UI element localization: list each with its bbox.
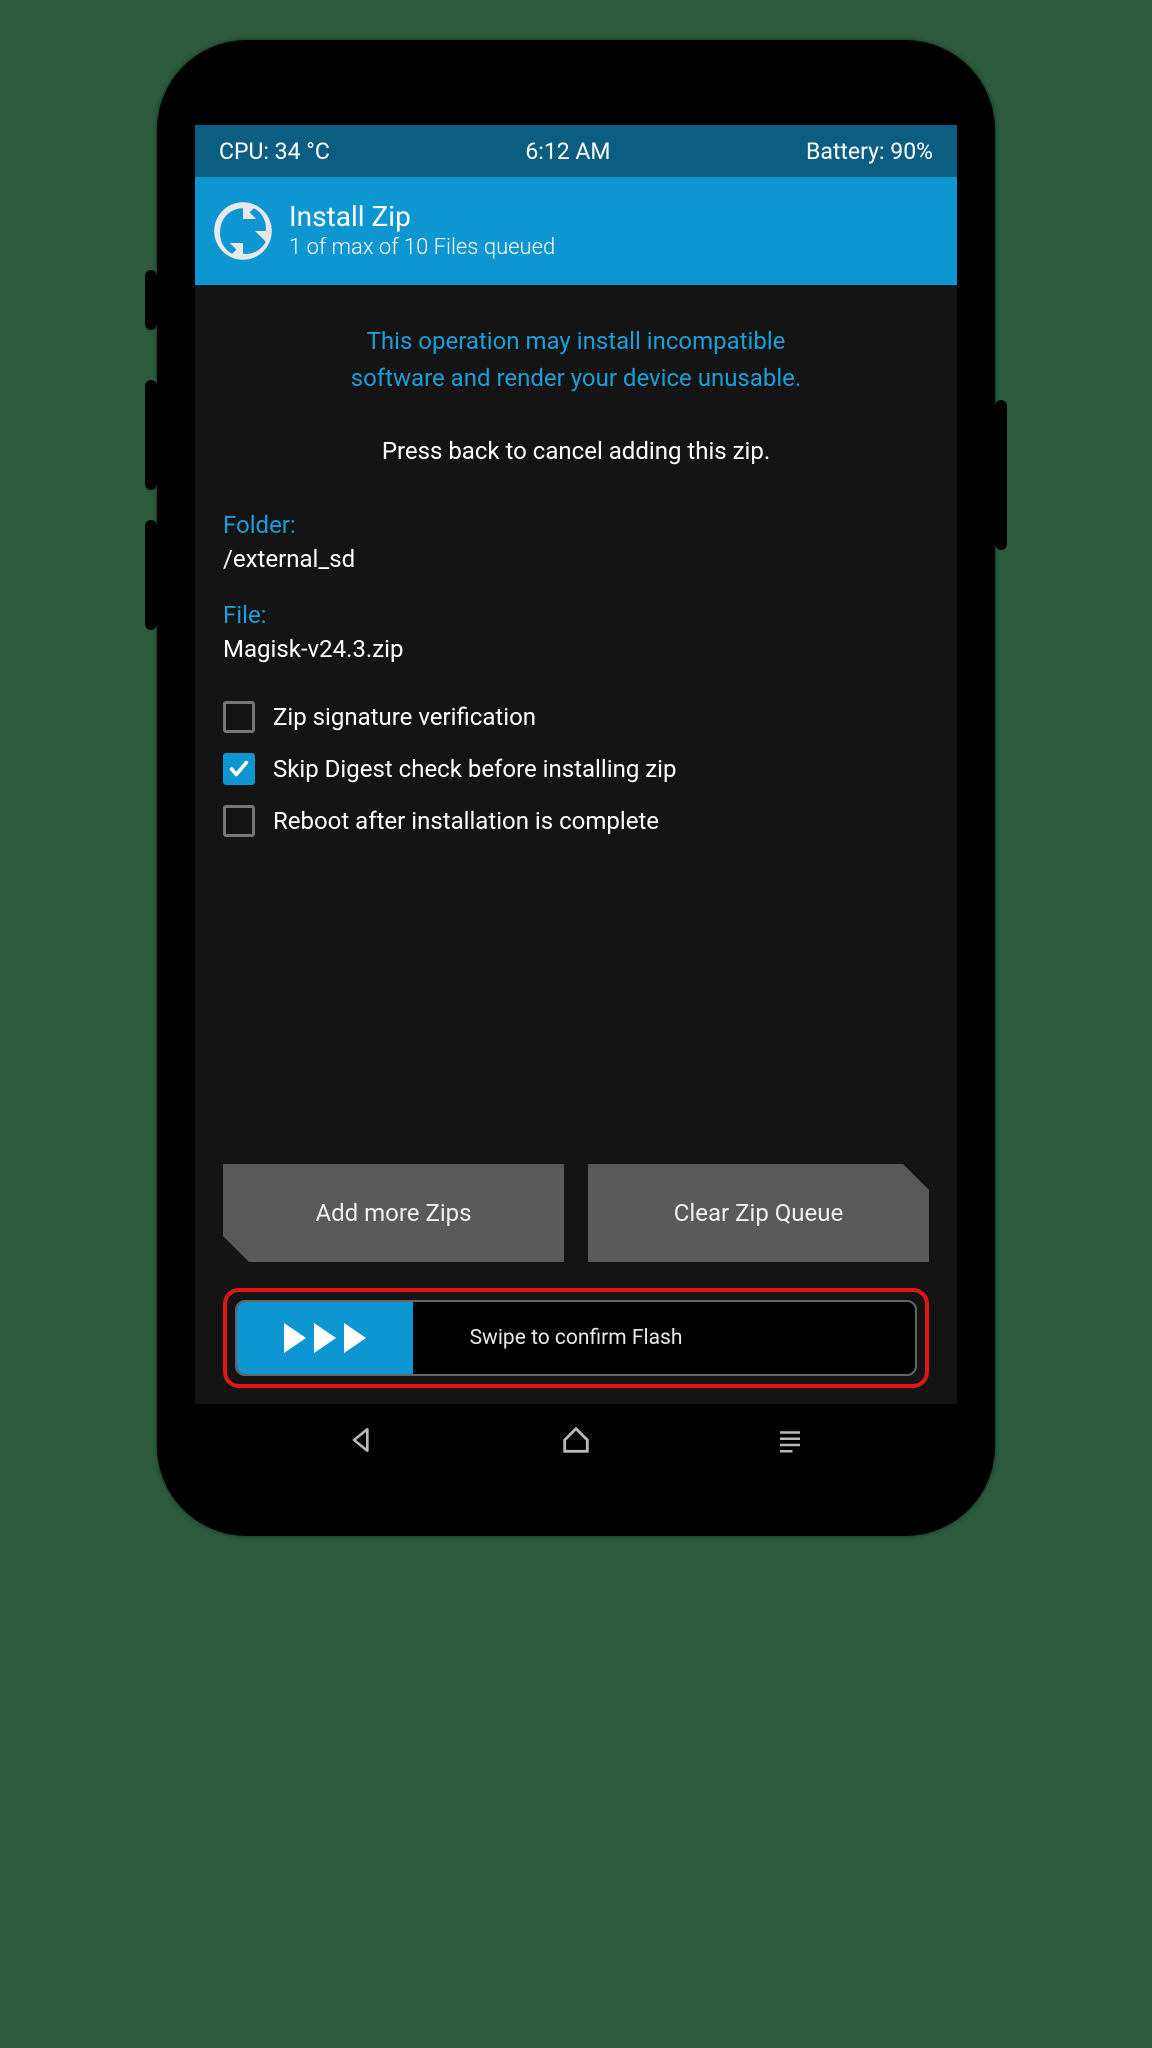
checkbox-label: Reboot after installation is complete: [273, 807, 659, 835]
checkbox-icon: [223, 805, 255, 837]
file-value: Magisk-v24.3.zip: [223, 635, 929, 663]
page-title: Install Zip: [289, 202, 555, 233]
back-icon: [346, 1424, 378, 1456]
volume-down-button: [145, 520, 157, 630]
button-label: Clear Zip Queue: [674, 1199, 843, 1227]
menu-icon: [775, 1425, 805, 1455]
cancel-hint: Press back to cancel adding this zip.: [223, 437, 929, 465]
folder-info: Folder: /external_sd: [223, 511, 929, 573]
phone-frame: CPU: 34 °C 6:12 AM Battery: 90% Install …: [157, 40, 995, 1536]
clock: 6:12 AM: [525, 138, 610, 165]
file-info: File: Magisk-v24.3.zip: [223, 601, 929, 663]
volume-up-button: [145, 380, 157, 490]
chevron-right-icon: [314, 1323, 336, 1353]
phone-bezel: CPU: 34 °C 6:12 AM Battery: 90% Install …: [167, 50, 985, 1526]
checkbox-label: Skip Digest check before installing zip: [273, 755, 676, 783]
checkbox-icon: [223, 701, 255, 733]
swipe-highlight: Swipe to confirm Flash: [223, 1288, 929, 1388]
folder-value: /external_sd: [223, 545, 929, 573]
swipe-to-flash-slider[interactable]: Swipe to confirm Flash: [235, 1300, 917, 1376]
title-bar: Install Zip 1 of max of 10 Files queued: [195, 177, 957, 285]
button-row: Add more Zips Clear Zip Queue: [223, 1164, 929, 1262]
clear-zip-queue-button[interactable]: Clear Zip Queue: [588, 1164, 929, 1262]
add-more-zips-button[interactable]: Add more Zips: [223, 1164, 564, 1262]
chevron-right-icon: [284, 1323, 306, 1353]
checkbox-zip-signature[interactable]: Zip signature verification: [223, 701, 929, 733]
folder-label: Folder:: [223, 511, 929, 539]
chevron-right-icon: [344, 1323, 366, 1353]
checkmark-icon: [228, 758, 250, 780]
warning-line-2: software and render your device unusable…: [223, 360, 929, 397]
options-list: Zip signature verification Skip Digest c…: [223, 701, 929, 837]
warning-text: This operation may install incompatible …: [223, 323, 929, 397]
back-button[interactable]: [332, 1410, 392, 1470]
twrp-logo-icon: [213, 201, 273, 261]
checkbox-reboot-after[interactable]: Reboot after installation is complete: [223, 805, 929, 837]
screen: CPU: 34 °C 6:12 AM Battery: 90% Install …: [195, 125, 957, 1476]
status-bar: CPU: 34 °C 6:12 AM Battery: 90%: [195, 125, 957, 177]
nav-bar: [195, 1404, 957, 1476]
swipe-handle[interactable]: [237, 1302, 413, 1374]
warning-line-1: This operation may install incompatible: [223, 323, 929, 360]
checkbox-label: Zip signature verification: [273, 703, 536, 731]
file-label: File:: [223, 601, 929, 629]
home-icon: [559, 1423, 593, 1457]
checkbox-icon: [223, 753, 255, 785]
battery-level: Battery: 90%: [806, 138, 933, 165]
home-button[interactable]: [546, 1410, 606, 1470]
checkbox-skip-digest[interactable]: Skip Digest check before installing zip: [223, 753, 929, 785]
power-button: [995, 400, 1007, 550]
title-text: Install Zip 1 of max of 10 Files queued: [289, 202, 555, 260]
button-label: Add more Zips: [315, 1199, 471, 1227]
content: This operation may install incompatible …: [195, 285, 957, 1404]
menu-button[interactable]: [760, 1410, 820, 1470]
page-subtitle: 1 of max of 10 Files queued: [289, 235, 555, 260]
cpu-temp: CPU: 34 °C: [219, 138, 330, 165]
silence-switch: [145, 270, 157, 330]
